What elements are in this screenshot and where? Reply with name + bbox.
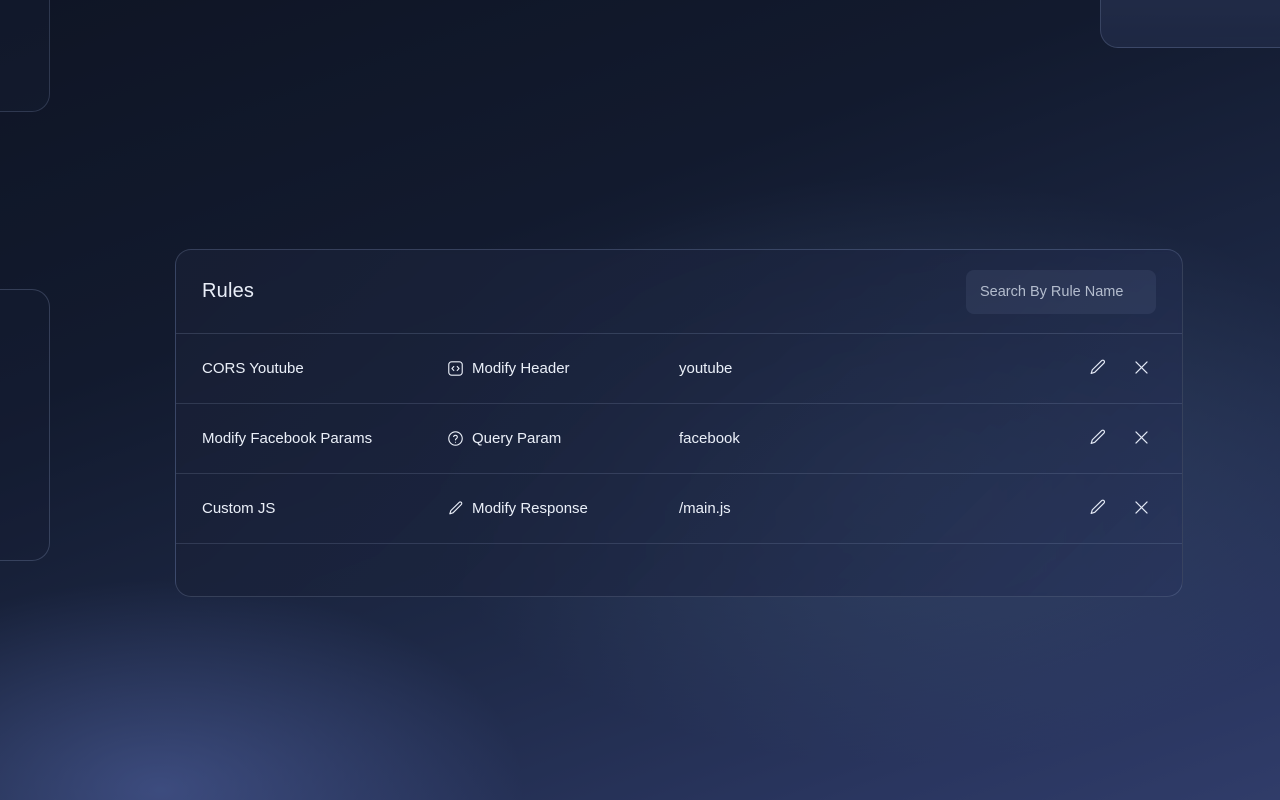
rule-type-label: Modify Response bbox=[472, 500, 588, 517]
rule-actions bbox=[1086, 498, 1156, 520]
rule-type: Modify Header bbox=[447, 360, 679, 377]
close-icon bbox=[1132, 428, 1151, 450]
page-title: Rules bbox=[202, 280, 255, 302]
rule-type-label: Modify Header bbox=[472, 360, 570, 377]
rule-name: Modify Facebook Params bbox=[202, 430, 373, 447]
rules-panel-header: Rules bbox=[176, 250, 1182, 334]
question-circle-icon bbox=[447, 430, 464, 447]
table-row[interactable]: Custom JS Modify Response /main.js bbox=[176, 474, 1182, 544]
rule-type: Modify Response bbox=[447, 500, 679, 517]
close-icon bbox=[1132, 358, 1151, 380]
document-icon bbox=[1222, 0, 1244, 1]
delete-rule-button[interactable] bbox=[1130, 358, 1152, 380]
edit-rule-button[interactable] bbox=[1086, 358, 1108, 380]
close-icon bbox=[1132, 498, 1151, 520]
delete-rule-button[interactable] bbox=[1130, 428, 1152, 450]
edit-icon bbox=[1088, 358, 1107, 380]
app-root: Github Doc Rules CORS Youtube bbox=[0, 0, 1280, 800]
rule-actions bbox=[1086, 358, 1156, 380]
table-row[interactable]: CORS Youtube Modify Header youtube bbox=[176, 334, 1182, 404]
rule-target: facebook bbox=[679, 430, 740, 447]
rule-name: CORS Youtube bbox=[202, 360, 304, 377]
rule-target: /main.js bbox=[679, 500, 731, 517]
rule-actions bbox=[1086, 428, 1156, 450]
table-row[interactable]: Modify Facebook Params Query Param faceb… bbox=[176, 404, 1182, 474]
code-brackets-box-icon bbox=[447, 360, 464, 377]
edit-rule-button[interactable] bbox=[1086, 428, 1108, 450]
rule-target: youtube bbox=[679, 360, 733, 377]
github-icon bbox=[1119, 0, 1141, 1]
nav-item-doc[interactable]: Doc bbox=[1222, 0, 1280, 1]
delete-rule-button[interactable] bbox=[1130, 498, 1152, 520]
top-navigation: Github Doc bbox=[1100, 0, 1280, 48]
edit-icon bbox=[1088, 498, 1107, 520]
rules-panel-footer bbox=[176, 544, 1182, 596]
nav-item-github[interactable]: Github bbox=[1119, 0, 1196, 1]
rule-name: Custom JS bbox=[202, 500, 276, 517]
rule-type-label: Query Param bbox=[472, 430, 562, 447]
rules-panel: Rules CORS Youtube Modify Header youtube bbox=[175, 249, 1183, 597]
partial-card-left bbox=[0, 289, 50, 561]
search-input[interactable] bbox=[966, 269, 1156, 314]
partial-card-top-left bbox=[0, 0, 50, 112]
rule-type: Query Param bbox=[447, 430, 679, 447]
pencil-icon bbox=[447, 500, 464, 517]
edit-rule-button[interactable] bbox=[1086, 498, 1108, 520]
edit-icon bbox=[1088, 428, 1107, 450]
